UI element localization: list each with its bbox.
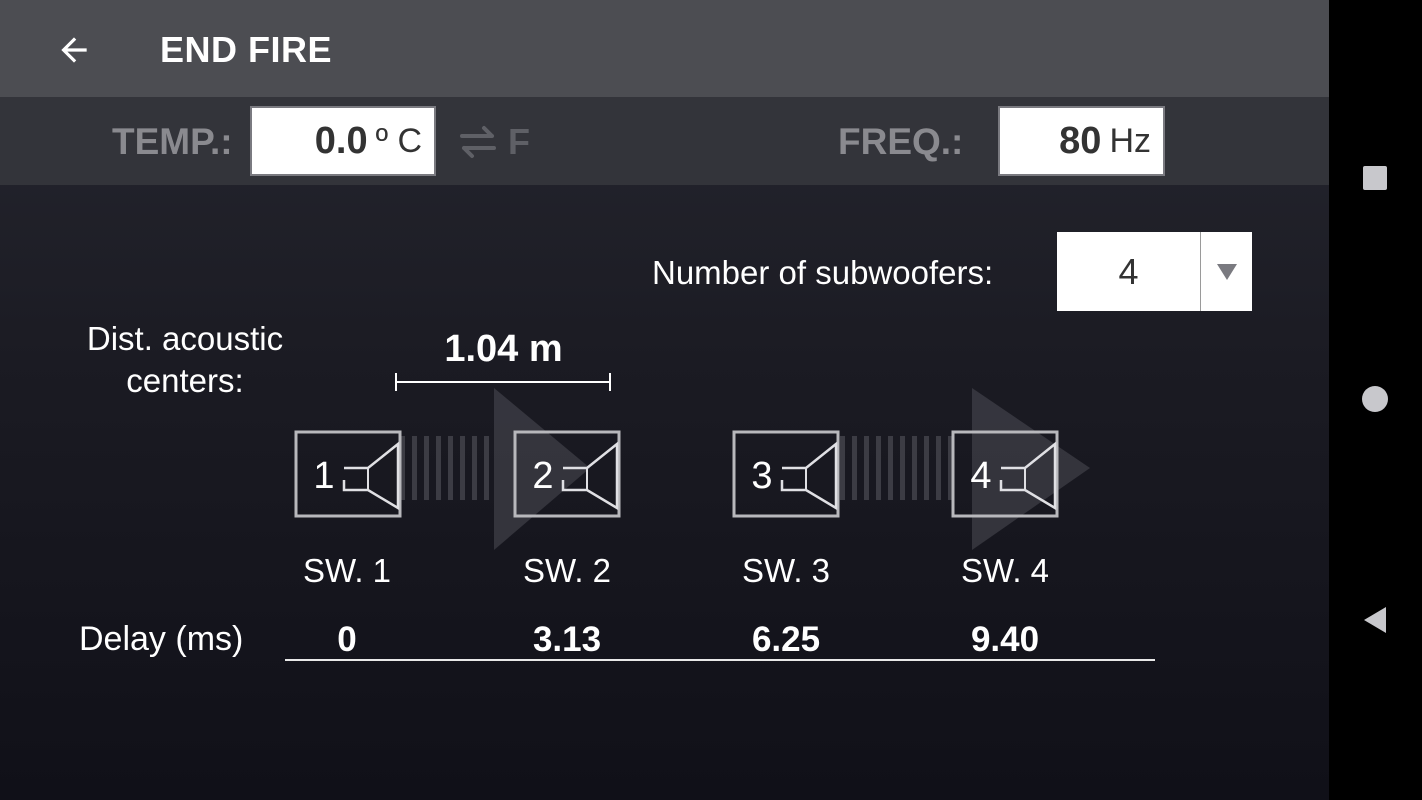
subwoofer-number-1: 1 bbox=[313, 455, 334, 497]
subwoofer-number-4: 4 bbox=[970, 455, 991, 497]
system-navigation-bar bbox=[1329, 0, 1422, 800]
delay-value-2: 3.13 bbox=[532, 620, 602, 659]
delay-value-1: 0 bbox=[337, 620, 357, 659]
home-circle-icon bbox=[1362, 386, 1388, 412]
system-back-button[interactable] bbox=[1349, 594, 1401, 646]
subwoofer-number-3: 3 bbox=[751, 455, 772, 497]
app-screen: END FIRE TEMP.: 0.0 º C F FREQ.: 80 Hz N… bbox=[0, 0, 1329, 800]
wave-stripes-3-4 bbox=[840, 436, 953, 500]
subwoofer-label-4: SW. 4 bbox=[960, 552, 1050, 589]
recents-square-icon bbox=[1363, 166, 1387, 190]
delay-underline bbox=[285, 659, 1155, 661]
subwoofer-label-1: SW. 1 bbox=[302, 552, 392, 589]
delay-value-4: 9.40 bbox=[970, 620, 1040, 659]
home-button[interactable] bbox=[1349, 373, 1401, 425]
subwoofer-box-1 bbox=[294, 430, 402, 518]
recents-button[interactable] bbox=[1349, 152, 1401, 204]
subwoofer-label-2: SW. 2 bbox=[522, 552, 612, 589]
delay-value-3: 6.25 bbox=[751, 620, 821, 659]
wave-stripes-1-2 bbox=[400, 436, 489, 500]
subwoofer-label-3: SW. 3 bbox=[741, 552, 831, 589]
back-triangle-icon bbox=[1364, 607, 1386, 633]
delay-label: Delay (ms) bbox=[79, 620, 244, 658]
subwoofer-number-2: 2 bbox=[532, 455, 553, 497]
endfire-diagram: 1 2 3 4 bbox=[294, 388, 1090, 550]
subwoofer-box-3 bbox=[732, 430, 840, 518]
